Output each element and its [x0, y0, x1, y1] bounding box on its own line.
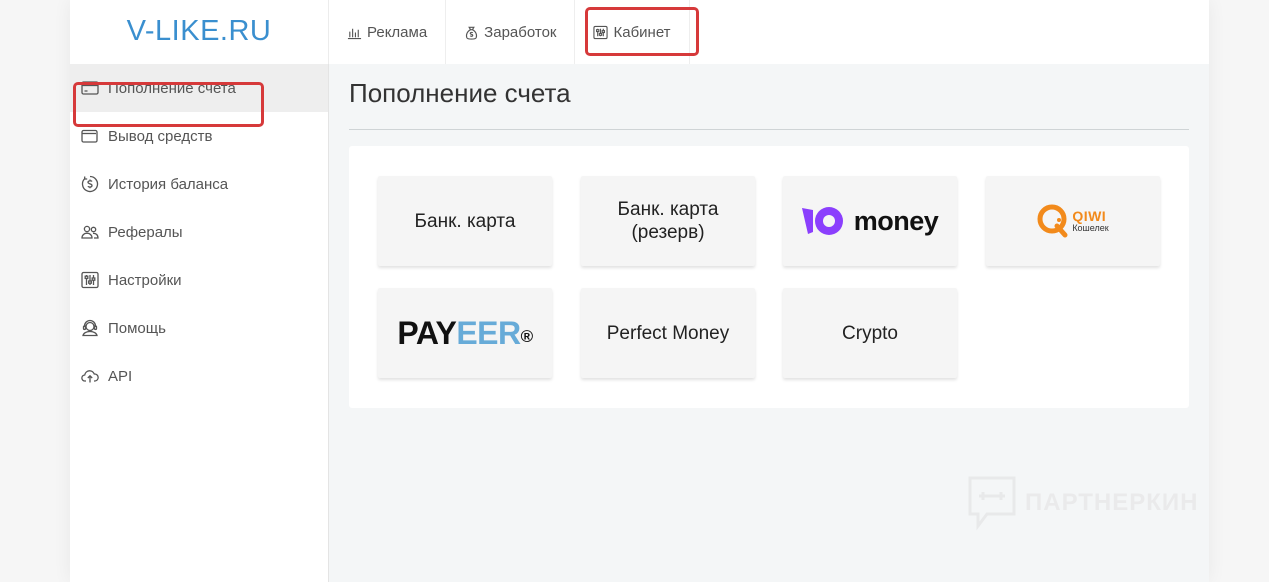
- credit-card-icon: [81, 81, 99, 95]
- payeer-logo: PAYEER®: [397, 314, 533, 351]
- yoomoney-mark-icon: [801, 207, 843, 235]
- method-qiwi[interactable]: QIWI Кошелек: [986, 176, 1160, 266]
- method-perfect-money[interactable]: Perfect Money: [581, 288, 755, 378]
- sidebar-item-deposit[interactable]: Пополнение счета: [70, 64, 328, 112]
- dollar-circle-icon: [81, 175, 99, 193]
- brand-logo[interactable]: V-LIKE.RU: [70, 0, 328, 64]
- title-divider: [349, 129, 1189, 130]
- support-icon: [82, 319, 98, 337]
- page-title: Пополнение счета: [349, 78, 571, 108]
- sidebar: Пополнение счета Вывод средств История б…: [70, 64, 329, 582]
- sliders-icon: [593, 25, 609, 39]
- bar-chart-icon: [347, 28, 362, 39]
- method-label: Perfect Money: [606, 322, 730, 344]
- top-navigation: Реклама Заработок Кабинет: [328, 0, 1209, 64]
- brand-name: V-LIKE.RU: [126, 14, 272, 47]
- nav-zarabotok[interactable]: Заработок: [446, 0, 576, 64]
- sidebar-item-label: Пополнение счета: [108, 79, 236, 97]
- cloud-upload-icon: [81, 370, 99, 383]
- watermark: ПАРТНЕРКИН: [967, 475, 1199, 531]
- yoomoney-logo: money: [801, 205, 939, 237]
- sidebar-item-label: Помощь: [108, 319, 166, 337]
- nav-reklama-label: Реклама: [367, 23, 428, 41]
- sidebar-item-api[interactable]: API: [70, 352, 328, 400]
- method-payeer[interactable]: PAYEER®: [378, 288, 552, 378]
- yoomoney-text: money: [853, 205, 939, 236]
- method-yoomoney[interactable]: money: [783, 176, 957, 266]
- sidebar-item-balance-history[interactable]: История баланса: [70, 160, 328, 208]
- watermark-text: ПАРТНЕРКИН: [1025, 489, 1199, 516]
- sidebar-item-help[interactable]: Помощь: [70, 304, 328, 352]
- chat-bubble-icon: [968, 476, 1016, 531]
- sidebar-item-label: Рефералы: [108, 223, 183, 241]
- method-label: Crypto: [842, 322, 898, 344]
- method-bank-card-reserve[interactable]: Банк. карта (резерв): [581, 176, 755, 266]
- qiwi-subtext: Кошелек: [1072, 223, 1109, 233]
- method-crypto[interactable]: Crypto: [783, 288, 957, 378]
- payment-methods-panel: Банк. карта Банк. карта (резерв) money Q…: [349, 146, 1189, 408]
- nav-zarabotok-label: Заработок: [484, 23, 557, 41]
- sidebar-item-label: API: [108, 367, 133, 385]
- qiwi-brand-text: QIWI: [1072, 208, 1107, 224]
- users-icon: [81, 225, 99, 239]
- sidebar-item-withdraw[interactable]: Вывод средств: [70, 112, 328, 160]
- qiwi-mark-icon: [1037, 204, 1068, 238]
- wallet-icon: [81, 129, 98, 143]
- money-bag-icon: [466, 26, 478, 40]
- nav-reklama[interactable]: Реклама: [329, 0, 447, 64]
- qiwi-logo: QIWI Кошелек: [1037, 204, 1109, 238]
- settings-sliders-icon: [81, 271, 99, 289]
- sidebar-item-label: Настройки: [108, 271, 182, 289]
- sidebar-item-label: Вывод средств: [108, 127, 213, 145]
- sidebar-item-settings[interactable]: Настройки: [70, 256, 328, 304]
- nav-kabinet[interactable]: Кабинет: [575, 0, 690, 64]
- sidebar-item-label: История баланса: [108, 175, 229, 193]
- method-label: Банк. карта: [414, 210, 516, 232]
- nav-kabinet-label: Кабинет: [613, 23, 671, 41]
- sidebar-item-referrals[interactable]: Рефералы: [70, 208, 328, 256]
- method-bank-card[interactable]: Банк. карта: [378, 176, 552, 266]
- method-label: Банк. карта (резерв): [617, 199, 719, 243]
